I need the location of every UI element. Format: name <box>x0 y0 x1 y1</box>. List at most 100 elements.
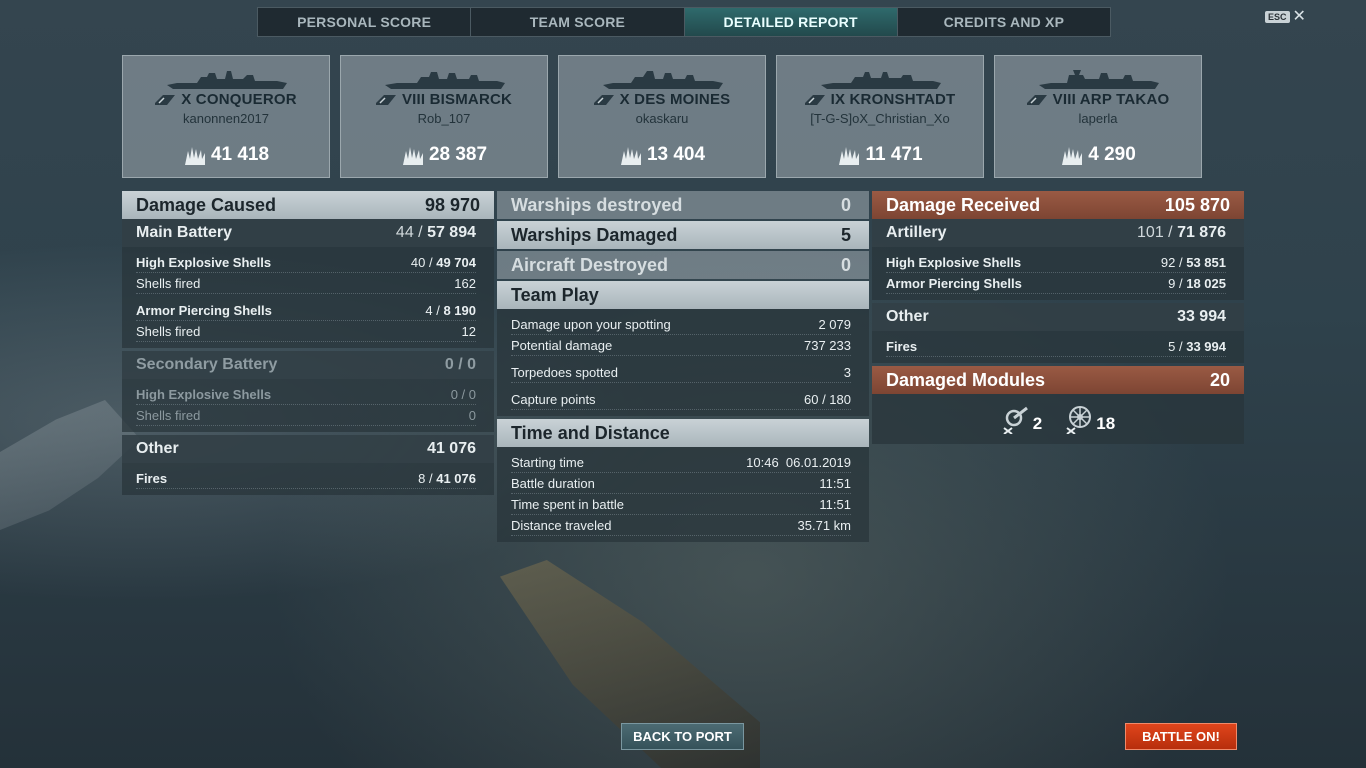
other-received-label: Other <box>886 308 929 325</box>
stat-value: 0 <box>468 407 476 423</box>
secondary-battery-label: Secondary Battery <box>136 356 278 373</box>
ship-class-icon <box>593 94 614 105</box>
back-to-port-button[interactable]: BACK TO PORT <box>621 723 744 750</box>
close-button[interactable]: ESC ✕ <box>1265 8 1306 25</box>
ship-class-icon <box>1026 94 1047 105</box>
stat-damage: 8 190 <box>443 302 476 318</box>
stat-label: Capture points <box>511 391 596 407</box>
module-item: 2 <box>1001 404 1042 434</box>
artillery-header: Artillery 101 / 71 876 <box>872 219 1244 247</box>
stat-row: High Explosive Shells 92 / 53 851 <box>886 252 1226 273</box>
team-play-label: Team Play <box>511 284 599 305</box>
tab-personal-score[interactable]: PERSONAL SCORE <box>258 8 472 36</box>
ship-damage-value: 41 418 <box>210 144 270 165</box>
ship-card[interactable]: X DES MOINES okaskaru 13 404 <box>558 55 766 178</box>
stat-row: Armor Piercing Shells 9 / 18 025 <box>886 273 1226 294</box>
stat-label: Damage upon your spotting <box>511 316 671 332</box>
tab-team-score[interactable]: TEAM SCORE <box>471 8 685 36</box>
ship-class-icon <box>155 94 176 105</box>
stat-row: Shells fired 0 <box>136 405 476 426</box>
ship-class-icon <box>375 94 396 105</box>
module-count: 18 <box>1096 414 1116 433</box>
main-battery-rows: High Explosive Shells 40 / 49 704 Shells… <box>122 247 494 348</box>
damage-caused-value: 98 970 <box>424 194 480 215</box>
tab-credits-xp[interactable]: CREDITS AND XP <box>898 8 1110 36</box>
warships-damaged-row: Warships Damaged 5 <box>497 221 869 249</box>
ship-card[interactable]: IX KRONSHTADT [T-G-S]oX_Christian_Xo 11 … <box>776 55 984 178</box>
stat-row: High Explosive Shells 0 / 0 <box>136 384 476 405</box>
ship-name: X CONQUEROR <box>181 91 297 108</box>
stat-label: Armor Piercing Shells <box>886 275 1022 291</box>
battle-stats-panel: Warships destroyed 0 Warships Damaged 5 … <box>497 191 869 542</box>
stat-label: Fires <box>136 470 168 486</box>
time-distance-rows: Starting time 10:46 06.01.2019 Battle du… <box>497 447 869 542</box>
stat-value: 162 <box>454 275 476 291</box>
stat-label: Battle duration <box>511 475 595 491</box>
stat-value: 0 / 0 <box>450 386 476 402</box>
other-caused-rows: Fires 8 / 41 076 <box>122 463 494 495</box>
stat-label: High Explosive Shells <box>136 386 272 402</box>
warships-damaged-label: Warships Damaged <box>511 224 678 245</box>
stat-damage: 18 025 <box>1186 275 1226 291</box>
stat-row: High Explosive Shells 40 / 49 704 <box>136 252 476 273</box>
damage-received-panel: Damage Received 105 870 Artillery 101 / … <box>872 191 1244 444</box>
stat-row: Potential damage 737 233 <box>511 335 851 356</box>
ship-card[interactable]: VIII ARP TAKAO laperla 4 290 <box>994 55 1202 178</box>
damage-icon <box>184 147 205 165</box>
steering-gear-module-icon <box>1066 406 1092 434</box>
stat-value: 11:51 <box>819 496 851 512</box>
turret-module-icon <box>1003 406 1028 434</box>
other-caused-value: 41 076 <box>427 440 476 457</box>
other-caused-header: Other 41 076 <box>122 435 494 463</box>
battle-on-button[interactable]: BATTLE ON! <box>1125 723 1237 750</box>
ship-silhouette-icon <box>167 71 287 89</box>
stat-damage: 33 994 <box>1186 338 1226 354</box>
main-battery-label: Main Battery <box>136 224 233 241</box>
stat-value: 35.71 km <box>797 517 851 533</box>
stat-damage: 49 704 <box>436 254 476 270</box>
ship-card[interactable]: VIII BISMARCK Rob_107 28 387 <box>340 55 548 178</box>
stat-value: 10:46 06.01.2019 <box>746 454 851 470</box>
ship-name: VIII ARP TAKAO <box>1052 91 1170 108</box>
ship-silhouette-icon <box>1039 70 1159 89</box>
player-name: Rob_107 <box>417 111 471 126</box>
player-name: [T-G-S]oX_Christian_Xo <box>810 111 950 126</box>
stat-label: Starting time <box>511 454 584 470</box>
tab-detailed-report[interactable]: DETAILED REPORT <box>684 8 898 36</box>
ship-damage-value: 13 404 <box>646 144 706 165</box>
stat-label: Distance traveled <box>511 517 612 533</box>
stat-row: Damage upon your spotting 2 079 <box>511 314 851 335</box>
artillery-hits: 101 <box>1137 224 1164 241</box>
stat-value: 60 / 180 <box>804 391 851 407</box>
ship-card[interactable]: X CONQUEROR kanonnen2017 41 418 <box>122 55 330 178</box>
ship-name: IX KRONSHTADT <box>830 91 956 108</box>
damage-received-value: 105 870 <box>1164 194 1230 215</box>
stat-row: Shells fired 12 <box>136 321 476 342</box>
stat-label: Fires <box>886 338 918 354</box>
ship-class-icon <box>804 94 825 105</box>
aircraft-destroyed-label: Aircraft Destroyed <box>511 254 669 275</box>
damaged-modules-header: Damaged Modules 20 <box>872 366 1244 394</box>
player-name: okaskaru <box>635 111 689 126</box>
stat-label: Armor Piercing Shells <box>136 302 272 318</box>
stat-row: Armor Piercing Shells 4 / 8 190 <box>136 300 476 321</box>
stat-row: Distance traveled 35.71 km <box>511 515 851 536</box>
stat-row: Time spent in battle 11:51 <box>511 494 851 515</box>
stat-value: 12 <box>461 323 476 339</box>
damage-caused-label: Damage Caused <box>136 194 277 215</box>
team-play-header: Team Play <box>497 281 869 309</box>
stat-label: Shells fired <box>136 407 201 423</box>
damage-icon <box>402 147 423 165</box>
other-received-header: Other 33 994 <box>872 303 1244 331</box>
artillery-label: Artillery <box>886 224 947 241</box>
stat-row: Starting time 10:46 06.01.2019 <box>511 452 851 473</box>
stat-row: Fires 8 / 41 076 <box>136 468 476 489</box>
ship-name: X DES MOINES <box>619 91 731 108</box>
ship-name: VIII BISMARCK <box>401 91 513 108</box>
close-icon: ✕ <box>1292 8 1306 25</box>
damaged-modules-value: 20 <box>1209 369 1230 390</box>
top-damage-ships: X CONQUEROR kanonnen2017 41 418 VIII BIS… <box>122 55 1202 178</box>
main-battery-hits: 44 <box>395 224 414 241</box>
warships-damaged-value: 5 <box>840 224 851 245</box>
main-battery-header: Main Battery 44 / 57 894 <box>122 219 494 247</box>
